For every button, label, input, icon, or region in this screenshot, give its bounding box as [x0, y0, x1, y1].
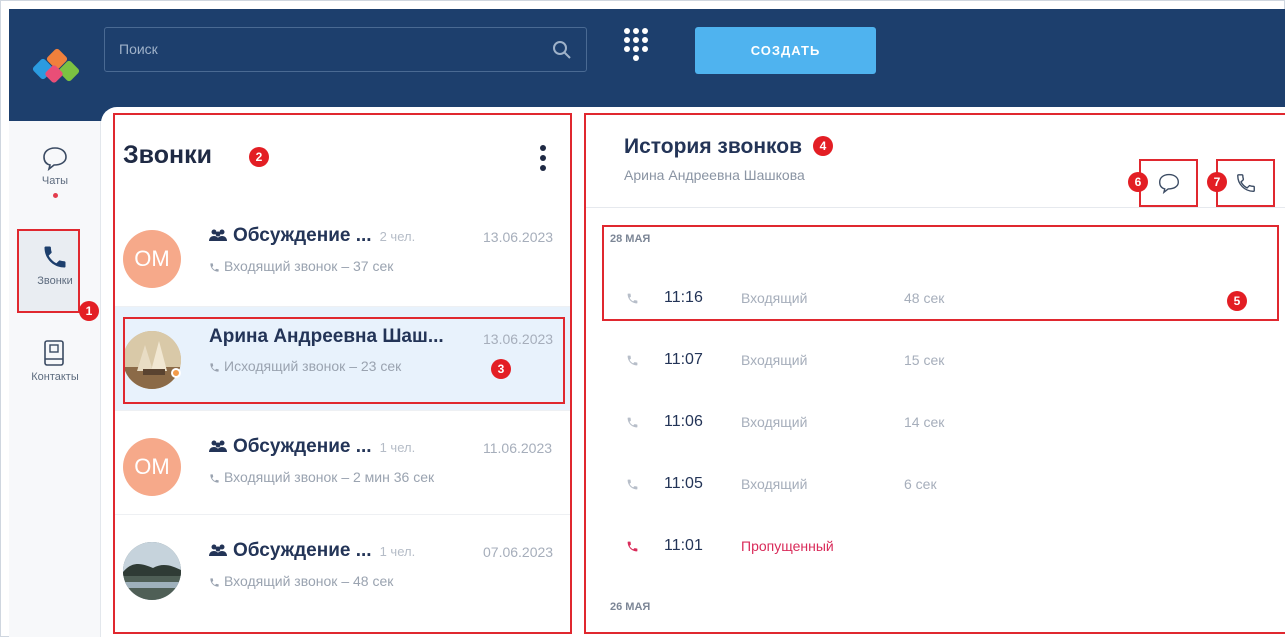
avatar	[123, 542, 181, 600]
contacts-book-icon	[44, 340, 64, 366]
history-day-label: 28 МАЯ	[610, 233, 651, 245]
calls-title: Звонки	[123, 141, 212, 170]
history-row[interactable]: 11:05 Входящий 6 сек	[586, 455, 1285, 517]
history-duration: 15 сек	[904, 352, 945, 368]
history-duration: 14 сек	[904, 414, 945, 430]
callout-badge-7: 7	[1207, 172, 1227, 192]
history-type: Входящий	[741, 290, 808, 306]
history-title: История звонков	[624, 135, 802, 158]
phone-small-icon	[627, 479, 638, 490]
call-date: 11.06.2023	[483, 440, 553, 456]
calls-panel: Звонки 2 ОМ Обсуждение ... 2 чел. 13.06.2…	[113, 113, 572, 634]
call-members: 1 чел.	[379, 544, 416, 559]
avatar: ОМ	[123, 438, 181, 496]
avatar-initials: ОМ	[134, 454, 170, 479]
search-input[interactable]: Поиск	[104, 27, 587, 72]
phone-small-icon	[210, 578, 219, 587]
selected-item-highlight-box	[123, 317, 565, 404]
dialpad-icon[interactable]	[623, 27, 649, 61]
call-subtitle-text: Входящий звонок – 2 мин 36 сек	[224, 469, 435, 485]
call-name-text: Обсуждение ...	[233, 540, 372, 561]
nav-item-chats[interactable]: Чаты	[9, 145, 101, 198]
history-type: Пропущенный	[741, 538, 834, 554]
group-icon	[209, 544, 227, 557]
history-panel: История звонков 4 Арина Андреевна Шашков…	[584, 113, 1285, 634]
call-members: 2 чел.	[379, 229, 416, 244]
history-time: 11:07	[664, 351, 703, 368]
history-divider	[586, 207, 1285, 208]
history-time: 11:06	[664, 413, 703, 430]
phone-small-icon	[627, 293, 638, 304]
chat-icon	[1158, 173, 1179, 194]
create-button[interactable]: СОЗДАТЬ	[695, 27, 876, 74]
phone-small-icon	[627, 355, 638, 366]
group-icon	[209, 229, 227, 242]
call-subtitle: Входящий звонок – 48 сек	[209, 573, 393, 589]
avatar-initials: ОМ	[134, 246, 170, 271]
history-duration: 6 сек	[904, 476, 937, 492]
history-type: Входящий	[741, 414, 808, 430]
history-type: Входящий	[741, 352, 808, 368]
phone-icon	[44, 246, 66, 268]
nav-item-calls[interactable]: Звонки	[9, 243, 101, 287]
history-day-label: 26 МАЯ	[610, 601, 651, 613]
phone-small-icon	[210, 263, 219, 272]
history-time: 11:05	[664, 475, 703, 492]
history-type: Входящий	[741, 476, 808, 492]
app-logo-icon[interactable]	[31, 47, 93, 89]
top-bar: Поиск СОЗДАТЬ	[9, 9, 1285, 121]
nav-label-chats: Чаты	[41, 175, 69, 187]
history-subtitle: Арина Андреевна Шашкова	[624, 167, 805, 183]
phone-small-icon	[210, 474, 219, 483]
call-name: Обсуждение ... 1 чел.	[209, 436, 415, 458]
call-subtitle-text: Входящий звонок – 37 сек	[224, 258, 394, 274]
history-duration: 48 сек	[904, 290, 945, 306]
missed-call-icon	[627, 541, 638, 552]
call-subtitle: Входящий звонок – 37 сек	[209, 258, 393, 274]
nav-rail: Чаты Звонки Контакты 1	[9, 121, 101, 637]
call-list-item[interactable]: ОМ Обсуждение ... 2 чел. 13.06.2023 Входя…	[115, 203, 570, 307]
callout-badge-6: 6	[1128, 172, 1148, 192]
call-members: 1 чел.	[379, 440, 416, 455]
search-icon[interactable]	[552, 40, 572, 60]
callout-badge-4: 4	[813, 136, 833, 156]
chat-icon	[43, 147, 67, 171]
calls-title-text: Звонки	[123, 141, 212, 169]
history-time: 11:01	[664, 537, 703, 554]
call-name-text: Обсуждение ...	[233, 436, 372, 457]
call-name: Обсуждение ... 2 чел.	[209, 225, 415, 247]
history-time: 11:16	[664, 289, 703, 306]
call-subtitle: Входящий звонок – 2 мин 36 сек	[209, 469, 434, 485]
call-date: 13.06.2023	[483, 229, 554, 245]
call-name: Обсуждение ... 1 чел.	[209, 540, 415, 562]
callout-badge-2: 2	[249, 147, 269, 167]
call-name-text: Обсуждение ...	[233, 225, 372, 246]
nav-label-contacts: Контакты	[31, 371, 79, 383]
more-options-icon[interactable]	[538, 143, 548, 177]
call-list-item[interactable]: Обсуждение ... 1 чел. 07.06.2023 Входящий…	[115, 515, 570, 619]
unread-dot	[52, 193, 58, 198]
callout-badge-1: 1	[79, 301, 99, 321]
history-row[interactable]: 11:06 Входящий 14 сек	[586, 393, 1285, 455]
history-row[interactable]: 11:16 Входящий 48 сек	[586, 269, 1285, 331]
history-row[interactable]: 11:07 Входящий 15 сек	[586, 331, 1285, 393]
phone-outline-icon	[1236, 174, 1255, 192]
call-list-item[interactable]: ОМ Обсуждение ... 1 чел. 11.06.2023 Входя…	[115, 411, 570, 515]
search-placeholder: Поиск	[119, 41, 158, 57]
callout-badge-5: 5	[1227, 291, 1247, 311]
nav-item-contacts[interactable]: Контакты	[9, 339, 101, 383]
call-subtitle-text: Входящий звонок – 48 сек	[224, 573, 394, 589]
history-row-missed[interactable]: 11:01 Пропущенный	[586, 517, 1285, 579]
avatar: ОМ	[123, 230, 181, 288]
group-icon	[209, 440, 227, 453]
nav-label-calls: Звонки	[37, 275, 73, 287]
call-date: 07.06.2023	[483, 544, 554, 560]
avatar-photo-icon	[123, 542, 181, 600]
phone-small-icon	[627, 417, 638, 428]
